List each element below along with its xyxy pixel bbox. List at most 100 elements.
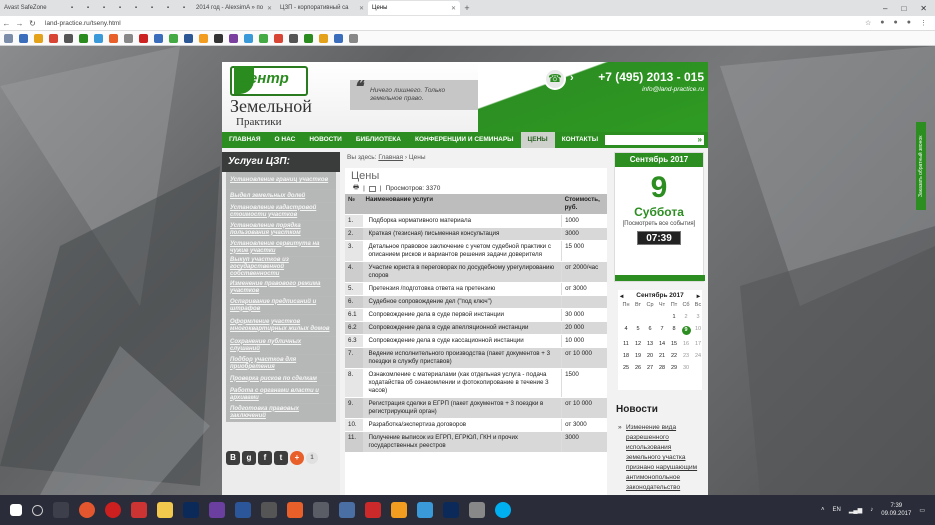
pinned-tab[interactable]: ▪ (112, 1, 128, 15)
calendar-day[interactable]: 8 (668, 326, 680, 335)
share-facebook-button[interactable]: f (258, 451, 272, 465)
bookmark-icon[interactable] (334, 33, 343, 43)
volume-icon[interactable]: ♪ (870, 507, 873, 513)
photoshop-icon[interactable] (183, 502, 199, 518)
calendar-day[interactable]: 30 (680, 365, 692, 371)
pinned-tab[interactable]: ▪ (80, 1, 96, 15)
sidebar-item[interactable]: Установление границ участков (226, 172, 336, 190)
sidebar-item[interactable]: Установление порядка пользования участко… (226, 221, 336, 239)
sidebar-item[interactable]: Выкуп участков из государственной собств… (226, 257, 336, 279)
avast-safezone-brand[interactable]: Avast SafeZone (0, 1, 64, 15)
calendar-day[interactable]: 4 (620, 326, 632, 335)
calendar-day[interactable]: 1 (668, 314, 680, 320)
pinned-tab[interactable]: ▪ (64, 1, 80, 15)
next-month-icon[interactable]: ▸ (697, 292, 700, 300)
calendar-day[interactable]: 5 (632, 326, 644, 335)
word-icon[interactable] (235, 502, 251, 518)
reload-icon[interactable]: ↻ (26, 19, 39, 28)
share-ok-button[interactable]: g (242, 451, 256, 465)
extension-icon[interactable]: ● (907, 19, 911, 27)
sidebar-item[interactable]: Сохранение публичных слушаний (226, 337, 336, 355)
menu-icon[interactable]: ⋮ (920, 19, 927, 27)
calendar-day[interactable]: 10 (692, 326, 704, 335)
phone-number[interactable]: +7 (495) 2013 - 015 (598, 70, 704, 84)
skype-icon[interactable] (495, 502, 511, 518)
browser-tab[interactable]: 2014 год - AlexsimA » по ✕ (192, 1, 276, 15)
tray-up-icon[interactable]: ˄ (821, 507, 825, 513)
pinned-tab[interactable]: ▪ (96, 1, 112, 15)
prev-month-icon[interactable]: ◂ (620, 292, 623, 300)
calendar-day[interactable]: 22 (668, 353, 680, 359)
close-icon[interactable]: ✕ (451, 5, 456, 12)
bookmark-icon[interactable] (79, 33, 88, 43)
bookmark-icon[interactable] (304, 33, 313, 43)
search-icon[interactable] (32, 504, 43, 516)
bookmark-icon[interactable] (64, 33, 73, 43)
calendar-day[interactable]: 2 (680, 314, 692, 320)
calendar-day[interactable]: 6 (644, 326, 656, 335)
breadcrumb-home[interactable]: Главная (378, 154, 403, 161)
bookmark-icon[interactable] (19, 33, 28, 43)
bookmark-icon[interactable] (49, 33, 58, 43)
bookmark-icon[interactable] (319, 33, 328, 43)
bookmark-icon[interactable] (94, 33, 103, 43)
forward-icon[interactable]: → (13, 19, 26, 28)
calendar-day[interactable]: 14 (656, 341, 668, 347)
calendar-day[interactable]: 9 (681, 326, 691, 335)
extension-icon[interactable]: ● (894, 19, 898, 27)
calendar-day[interactable]: 13 (644, 341, 656, 347)
bookmark-icon[interactable] (184, 33, 193, 43)
app-icon[interactable] (339, 502, 355, 518)
close-window-icon[interactable]: ✕ (920, 4, 927, 13)
taskbar-clock[interactable]: 7:39 09.09.2017 (881, 502, 911, 518)
bookmark-icon[interactable] (214, 33, 223, 43)
calendar-day[interactable]: 15 (668, 341, 680, 347)
site-logo[interactable]: Центр Земельной Практики (230, 66, 330, 128)
browser-tab[interactable]: ЦЗП - корпоративный са ✕ (276, 1, 368, 15)
calendar-day[interactable]: 16 (680, 341, 692, 347)
share-more-button[interactable]: + (290, 451, 304, 465)
all-events-link[interactable]: [Посмотреть все события] (615, 221, 703, 227)
notifications-icon[interactable]: ▭ (919, 507, 925, 514)
nav-library[interactable]: БИБЛИОТЕКА (349, 132, 408, 148)
bookmark-icon[interactable] (34, 33, 43, 43)
news-item[interactable]: Изменение вида разрешенного использовани… (614, 417, 704, 493)
print-icon[interactable]: 🖶 (353, 183, 359, 194)
sidebar-item[interactable]: Оспаривание предписаний и штрафов (226, 297, 336, 315)
keyboard-lang[interactable]: EN (832, 507, 840, 513)
back-icon[interactable]: ← (0, 19, 13, 28)
photoshop-icon[interactable] (443, 502, 459, 518)
app-icon[interactable] (313, 502, 329, 518)
calendar-day[interactable]: 28 (656, 365, 668, 371)
calendar-day[interactable]: 17 (692, 341, 704, 347)
bookmark-icon[interactable] (109, 33, 118, 43)
bookmark-icon[interactable] (199, 33, 208, 43)
calendar-day[interactable]: 7 (656, 326, 668, 335)
bookmark-icon[interactable] (154, 33, 163, 43)
email-icon[interactable] (368, 185, 376, 192)
browser-taskbar-icon[interactable] (391, 502, 407, 518)
search-arrow-icon[interactable]: » (698, 135, 702, 145)
email-link[interactable]: info@land-practice.ru (642, 86, 704, 93)
bookmark-icon[interactable] (4, 33, 13, 43)
calendar-day[interactable]: 19 (632, 353, 644, 359)
opera-icon[interactable] (105, 502, 121, 518)
bookmark-icon[interactable] (124, 33, 133, 43)
bookmark-icon[interactable] (169, 33, 178, 43)
nav-conferences[interactable]: КОНФЕРЕНЦИИ И СЕМИНАРЫ (408, 132, 521, 148)
bookmark-icon[interactable] (274, 33, 283, 43)
close-icon[interactable]: ✕ (359, 5, 364, 12)
calendar-day[interactable]: 21 (656, 353, 668, 359)
app-icon[interactable] (131, 502, 147, 518)
calendar-day[interactable]: 26 (632, 365, 644, 371)
search-input[interactable]: » (605, 135, 704, 145)
new-tab-icon[interactable]: + (460, 3, 474, 13)
calendar-day[interactable]: 23 (680, 353, 692, 359)
sidebar-item[interactable]: Проверка рисков по сделкам (226, 373, 336, 386)
app-icon[interactable] (365, 502, 381, 518)
bookmark-icon[interactable] (349, 33, 358, 43)
app-icon[interactable] (417, 502, 433, 518)
close-icon[interactable]: ✕ (267, 5, 272, 12)
sidebar-item[interactable]: Выдел земельных долей (226, 190, 336, 203)
calendar-day[interactable]: 3 (692, 314, 704, 320)
